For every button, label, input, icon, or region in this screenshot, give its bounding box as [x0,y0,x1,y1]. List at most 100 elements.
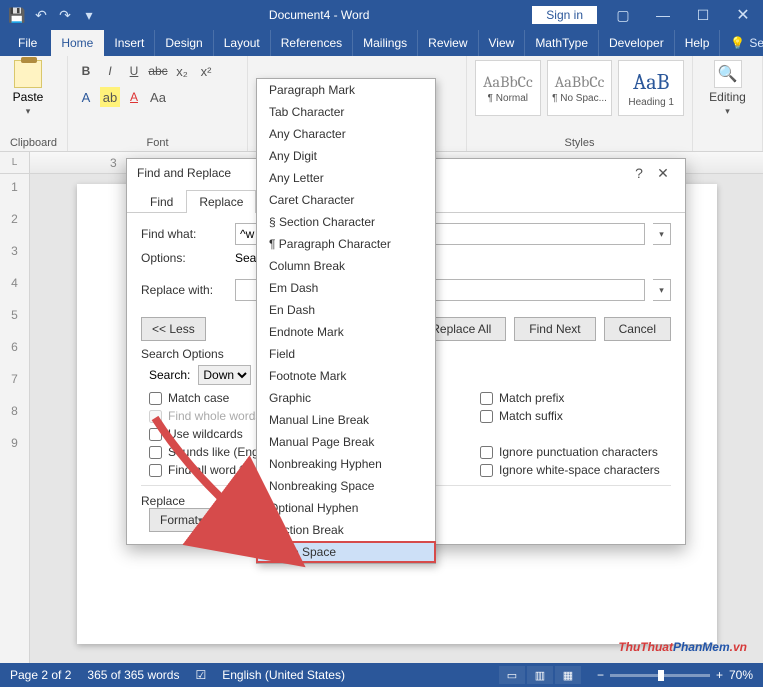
quick-access-toolbar: 💾 ↶ ↷ ▾ [0,6,106,24]
menu-en-dash[interactable]: En Dash [257,299,435,321]
group-clipboard: Paste ▾ Clipboard [0,56,68,151]
menu-section-break[interactable]: Section Break [257,519,435,541]
tab-insert[interactable]: Insert [104,30,155,56]
view-read-icon[interactable]: ▭ [499,666,525,684]
check-match-prefix[interactable]: Match prefix [480,391,660,405]
status-wordcount[interactable]: 365 of 365 words [87,668,179,682]
watermark: ThuThuatPhanMem.vn [618,631,747,657]
format-button[interactable]: Format [149,508,214,532]
menu-paragraph-character[interactable]: ¶ Paragraph Character [257,233,435,255]
change-case-button[interactable]: Aa [148,87,168,107]
font-color-button[interactable]: A [124,87,144,107]
style-nospacing[interactable]: AaBbCc ¶ No Spac... [547,60,613,116]
style-normal[interactable]: AaBbCc ¶ Normal [475,60,541,116]
qat-more-icon[interactable]: ▾ [80,6,98,24]
status-proofing-icon[interactable]: ☑ [195,668,206,682]
tab-review[interactable]: Review [418,30,478,56]
menu-nonbreaking-space[interactable]: Nonbreaking Space [257,475,435,497]
maximize-icon[interactable]: ☐ [683,0,723,30]
find-next-button[interactable]: Find Next [514,317,595,341]
tab-file[interactable]: File [4,30,51,56]
document-title: Document4 - Word [106,8,532,22]
search-tell-me[interactable]: 💡 Search [720,30,763,56]
menu-any-character[interactable]: Any Character [257,123,435,145]
menu-any-letter[interactable]: Any Letter [257,167,435,189]
tab-find[interactable]: Find [137,190,186,213]
tab-layout[interactable]: Layout [214,30,271,56]
less-button[interactable]: << Less [141,317,206,341]
view-print-icon[interactable]: ▥ [527,666,553,684]
tab-references[interactable]: References [271,30,353,56]
tab-design[interactable]: Design [155,30,213,56]
highlight-button[interactable]: ab [100,87,120,107]
menu-endnote-mark[interactable]: Endnote Mark [257,321,435,343]
redo-icon[interactable]: ↷ [56,6,74,24]
find-icon: 🔍 [714,60,742,88]
save-icon[interactable]: 💾 [8,6,26,24]
ribbon-options-icon[interactable]: ▢ [603,0,643,30]
undo-icon[interactable]: ↶ [32,6,50,24]
clipboard-icon [14,60,42,88]
style-heading1[interactable]: AaB Heading 1 [618,60,684,116]
check-match-suffix[interactable]: Match suffix [480,409,660,423]
tab-mathtype[interactable]: MathType [525,30,599,56]
cancel-button[interactable]: Cancel [604,317,671,341]
view-web-icon[interactable]: ▦ [555,666,581,684]
status-page[interactable]: Page 2 of 2 [10,668,71,682]
group-label-styles: Styles [475,135,684,149]
menu-manual-page-break[interactable]: Manual Page Break [257,431,435,453]
menu-manual-line-break[interactable]: Manual Line Break [257,409,435,431]
zoom-out-icon[interactable]: − [597,668,604,682]
menu-any-digit[interactable]: Any Digit [257,145,435,167]
italic-button[interactable]: I [100,61,120,81]
menu-caret-character[interactable]: Caret Character [257,189,435,211]
menu-paragraph-mark[interactable]: Paragraph Mark [257,79,435,101]
menu-column-break[interactable]: Column Break [257,255,435,277]
tab-help[interactable]: Help [675,30,721,56]
zoom-in-icon[interactable]: + [716,668,723,682]
menu-graphic[interactable]: Graphic [257,387,435,409]
menu-footnote-mark[interactable]: Footnote Mark [257,365,435,387]
text-effects-button[interactable]: A [76,87,96,107]
check-ignore-whitespace[interactable]: Ignore white-space characters [480,463,660,477]
menu-section-character[interactable]: § Section Character [257,211,435,233]
paste-button[interactable]: Paste ▾ [8,60,48,117]
menu-tab-character[interactable]: Tab Character [257,101,435,123]
ruler-vertical: 123456789 [0,174,30,663]
replace-with-label: Replace with: [141,283,227,297]
dialog-close-icon[interactable]: ✕ [651,165,675,182]
minimize-icon[interactable]: — [643,0,683,30]
search-dir-label: Search: [149,368,190,382]
search-direction-select[interactable]: Down [198,365,251,385]
ribbon-tabs: File Home Insert Design Layout Reference… [0,30,763,56]
tab-developer[interactable]: Developer [599,30,675,56]
tab-replace[interactable]: Replace [186,190,256,213]
tab-home[interactable]: Home [51,30,104,56]
editing-button[interactable]: 🔍 Editing ▾ [701,60,754,117]
close-icon[interactable]: ✕ [723,0,763,30]
tab-mailings[interactable]: Mailings [353,30,418,56]
tab-view[interactable]: View [479,30,526,56]
check-ignore-punctuation[interactable]: Ignore punctuation characters [480,445,660,459]
titlebar: 💾 ↶ ↷ ▾ Document4 - Word Sign in ▢ — ☐ ✕ [0,0,763,30]
menu-white-space[interactable]: White Space [256,541,436,563]
status-language[interactable]: English (United States) [222,668,345,682]
menu-optional-hyphen[interactable]: Optional Hyphen [257,497,435,519]
dialog-help-icon[interactable]: ? [627,165,651,181]
options-label: Options: [141,251,227,265]
menu-em-dash[interactable]: Em Dash [257,277,435,299]
group-label-clipboard: Clipboard [8,135,59,149]
zoom-slider[interactable]: − + 70% [597,668,753,682]
bold-button[interactable]: B [76,61,96,81]
underline-button[interactable]: U [124,61,144,81]
subscript-button[interactable]: x₂ [172,61,192,81]
superscript-button[interactable]: x² [196,61,216,81]
menu-nonbreaking-hyphen[interactable]: Nonbreaking Hyphen [257,453,435,475]
zoom-level[interactable]: 70% [729,668,753,682]
signin-button[interactable]: Sign in [532,6,597,24]
find-what-dropdown[interactable]: ▾ [653,223,671,245]
strike-button[interactable]: abc [148,61,168,81]
replace-with-dropdown[interactable]: ▾ [653,279,671,301]
menu-field[interactable]: Field [257,343,435,365]
replace-section-label: Replace [141,494,227,508]
